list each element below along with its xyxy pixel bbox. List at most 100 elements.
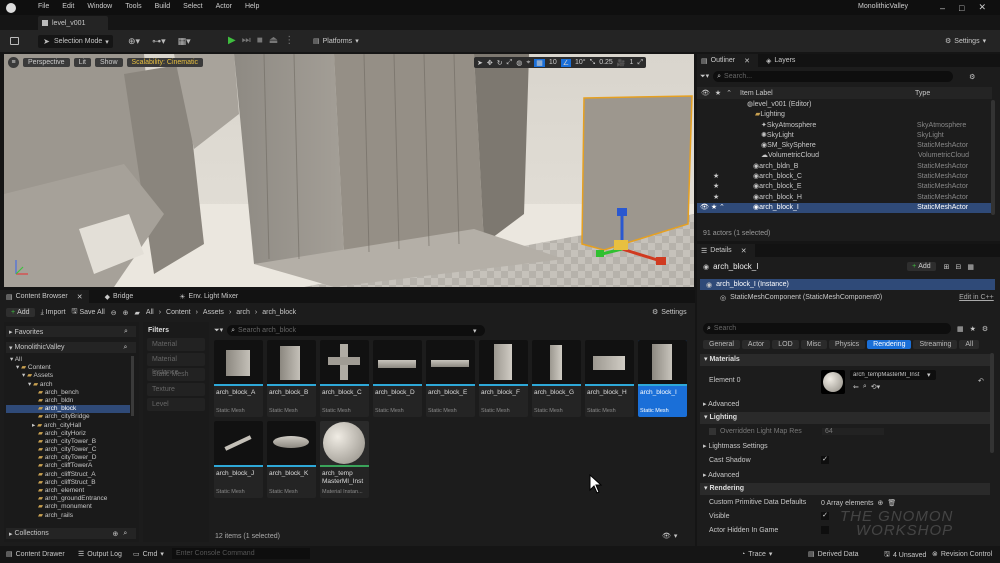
tab-rendering[interactable]: Rendering — [867, 340, 912, 349]
pin-icon[interactable]: ★ — [697, 172, 753, 182]
output-log-button[interactable]: ☰ Output Log — [78, 550, 122, 559]
minimize-icon[interactable]: – — [940, 3, 945, 13]
col-type[interactable]: Type — [915, 90, 930, 97]
pin-icon[interactable]: ★ — [697, 193, 753, 203]
breadcrumb-arch[interactable]: arch — [236, 309, 250, 316]
outliner-row[interactable]: ◉ SM_SkySphere StaticMeshActor — [697, 141, 992, 151]
filter-static-mesh[interactable]: Static Mesh — [147, 368, 205, 381]
outliner-row[interactable]: ◉ arch_bldn_B StaticMeshActor — [697, 162, 992, 172]
hamburger-icon[interactable]: ≡ — [8, 57, 19, 68]
asset-tile-selected[interactable]: arch_block_I Static Mesh — [638, 340, 687, 417]
surface-snap-icon[interactable]: ⌖ — [526, 59, 530, 67]
tree-item[interactable]: ▰ arch_bench — [6, 389, 130, 397]
filter-icon[interactable]: ⏷▾ — [214, 326, 223, 335]
filter-level[interactable]: Level — [147, 398, 205, 411]
components-icon[interactable]: ⊟ — [956, 263, 962, 271]
play-icon[interactable]: ▶ — [228, 35, 236, 46]
tab-general[interactable]: General — [703, 340, 740, 349]
menu-window[interactable]: Window — [87, 3, 112, 10]
lock-column-icon[interactable]: ⌃ — [726, 89, 732, 97]
outliner-settings-icon[interactable]: ⚙ — [969, 73, 975, 81]
console-input[interactable]: Enter Console Command — [172, 548, 310, 559]
scale-tool-icon[interactable]: ⤢ — [507, 59, 513, 67]
reset-to-default-icon[interactable]: ↶ — [978, 377, 984, 385]
cast-shadow-checkbox[interactable]: ✓ — [821, 456, 829, 464]
world-icon[interactable]: ◍ — [516, 59, 522, 67]
tree-item[interactable]: ▰ arch_monument — [6, 503, 130, 511]
tab-streaming[interactable]: Streaming — [913, 340, 958, 349]
folder-icon[interactable]: ▰ — [135, 309, 140, 317]
tree-item[interactable]: ▰ arch_cityTower_C — [6, 446, 130, 454]
outliner-row[interactable]: ▰ Lighting — [697, 110, 992, 120]
actor-hidden-checkbox[interactable] — [821, 526, 829, 534]
settings-button[interactable]: ⚙ Settings ▾ — [945, 37, 986, 46]
tree-item[interactable]: ▾ ▰ Assets — [6, 372, 130, 380]
advanced-row-2[interactable]: ▸ Advanced — [703, 471, 739, 479]
breadcrumb-assets[interactable]: Assets — [203, 309, 224, 316]
project-header[interactable]: ▾ MonolithicValley ⌕ — [6, 342, 136, 353]
outliner-row[interactable]: ◍ level_v001 (Editor) — [697, 100, 992, 110]
browse-icon[interactable]: ⌕ — [863, 383, 867, 391]
outliner-scrollbar[interactable] — [991, 100, 995, 215]
selection-mode-dropdown[interactable]: ➤ Selection Mode ▾ — [38, 35, 113, 48]
lightmap-value[interactable]: 64 — [822, 428, 884, 435]
details-search-input[interactable]: ⌕ Search — [703, 323, 951, 334]
material-thumbnail[interactable] — [821, 370, 845, 394]
filter-material-instance[interactable]: Material Instance — [147, 353, 205, 376]
tree-item[interactable]: ▰ arch_cityTower_B — [6, 438, 130, 446]
filter-icon[interactable]: ⏷▾ — [700, 72, 709, 81]
scalability-badge[interactable]: Scalability: Cinematic — [126, 58, 204, 67]
blueprint-icon[interactable]: ⊶▾ — [152, 36, 166, 47]
rotation-snap-icon[interactable]: ∠ — [560, 58, 571, 67]
tree-item-selected[interactable]: ▰ arch_block — [6, 405, 130, 414]
tree-scrollbar[interactable] — [131, 356, 134, 416]
grid-snap-icon[interactable]: ▦ — [534, 58, 545, 67]
breadcrumb-all[interactable]: All — [146, 309, 154, 316]
visibility-icon[interactable]: 👁 ★ ⌃ — [697, 203, 753, 213]
asset-tile[interactable]: arch_block_J Static Mesh — [214, 421, 263, 498]
save-icon[interactable] — [10, 37, 19, 45]
asset-tile[interactable]: arch_block_A Static Mesh — [214, 340, 263, 417]
outliner-row-selected[interactable]: 👁 ★ ⌃ ◉ arch_block_I StaticMeshActor — [697, 202, 992, 214]
lightmass-row[interactable]: ▸ Lightmass Settings — [703, 442, 768, 450]
show-button[interactable]: Show — [94, 58, 123, 67]
table-view-icon[interactable]: ▦ — [957, 325, 964, 333]
tree-item[interactable]: ▰ arch_groundEntrance — [6, 495, 130, 503]
blueprint-icon[interactable]: ⊞ — [944, 263, 950, 271]
tree-item[interactable]: ▰ arch_element — [6, 487, 130, 495]
camera-speed-value[interactable]: 1 — [630, 59, 634, 66]
asset-tile[interactable]: arch_block_E Static Mesh — [426, 340, 475, 417]
save-all-button[interactable]: 🖫 Save All — [72, 307, 105, 318]
tab-content-browser[interactable]: ▤ Content Browser ✕ — [0, 290, 89, 303]
grid-snap-value[interactable]: 10 — [549, 59, 557, 66]
revision-control-button[interactable]: ⊗ Revision Control — [932, 550, 992, 559]
tab-bridge[interactable]: ◆ Bridge — [99, 293, 140, 301]
pin-column-icon[interactable]: ★ — [715, 89, 721, 97]
close-icon[interactable]: ✕ — [741, 247, 747, 255]
trace-button[interactable]: ◔ Trace ▾ — [741, 550, 772, 559]
menu-edit[interactable]: Edit — [62, 3, 74, 10]
breadcrumb-content[interactable]: Content — [166, 309, 191, 316]
tree-item[interactable]: ▾ ▰ Content — [6, 364, 130, 372]
lighting-category[interactable]: ▾ Lighting — [700, 412, 990, 424]
menu-help[interactable]: Help — [245, 3, 259, 10]
tab-lod[interactable]: LOD — [772, 340, 799, 349]
tree-item[interactable]: ▾ All — [6, 356, 130, 364]
cmd-dropdown[interactable]: ▭ Cmd ▾ — [133, 550, 164, 559]
asset-tile[interactable]: arch_block_F Static Mesh — [479, 340, 528, 417]
unreal-logo-icon[interactable] — [6, 3, 16, 13]
tab-details[interactable]: ☰ Details ✕ — [697, 244, 755, 257]
advanced-row[interactable]: ▸ Advanced — [703, 400, 739, 408]
content-settings-button[interactable]: ⚙ Settings — [652, 308, 687, 317]
tab-all[interactable]: All — [959, 340, 980, 349]
materials-category[interactable]: ▾ Materials — [700, 354, 990, 366]
rotate-tool-icon[interactable]: ↻ — [497, 59, 503, 67]
asset-tile[interactable]: arch_block_H Static Mesh — [585, 340, 634, 417]
instance-row[interactable]: ◉ arch_block_I (Instance) — [700, 279, 995, 290]
menu-file[interactable]: File — [38, 3, 49, 10]
asset-tile[interactable]: arch_temp MasterMI_Inst Material Instan..… — [320, 421, 369, 498]
favorite-icon[interactable]: ★ — [970, 325, 976, 333]
forward-icon[interactable]: ⊕ — [123, 309, 129, 317]
add-actor-icon[interactable]: ⊕▾ — [128, 36, 140, 47]
add-collection-icon[interactable]: ⊕ — [112, 530, 118, 538]
